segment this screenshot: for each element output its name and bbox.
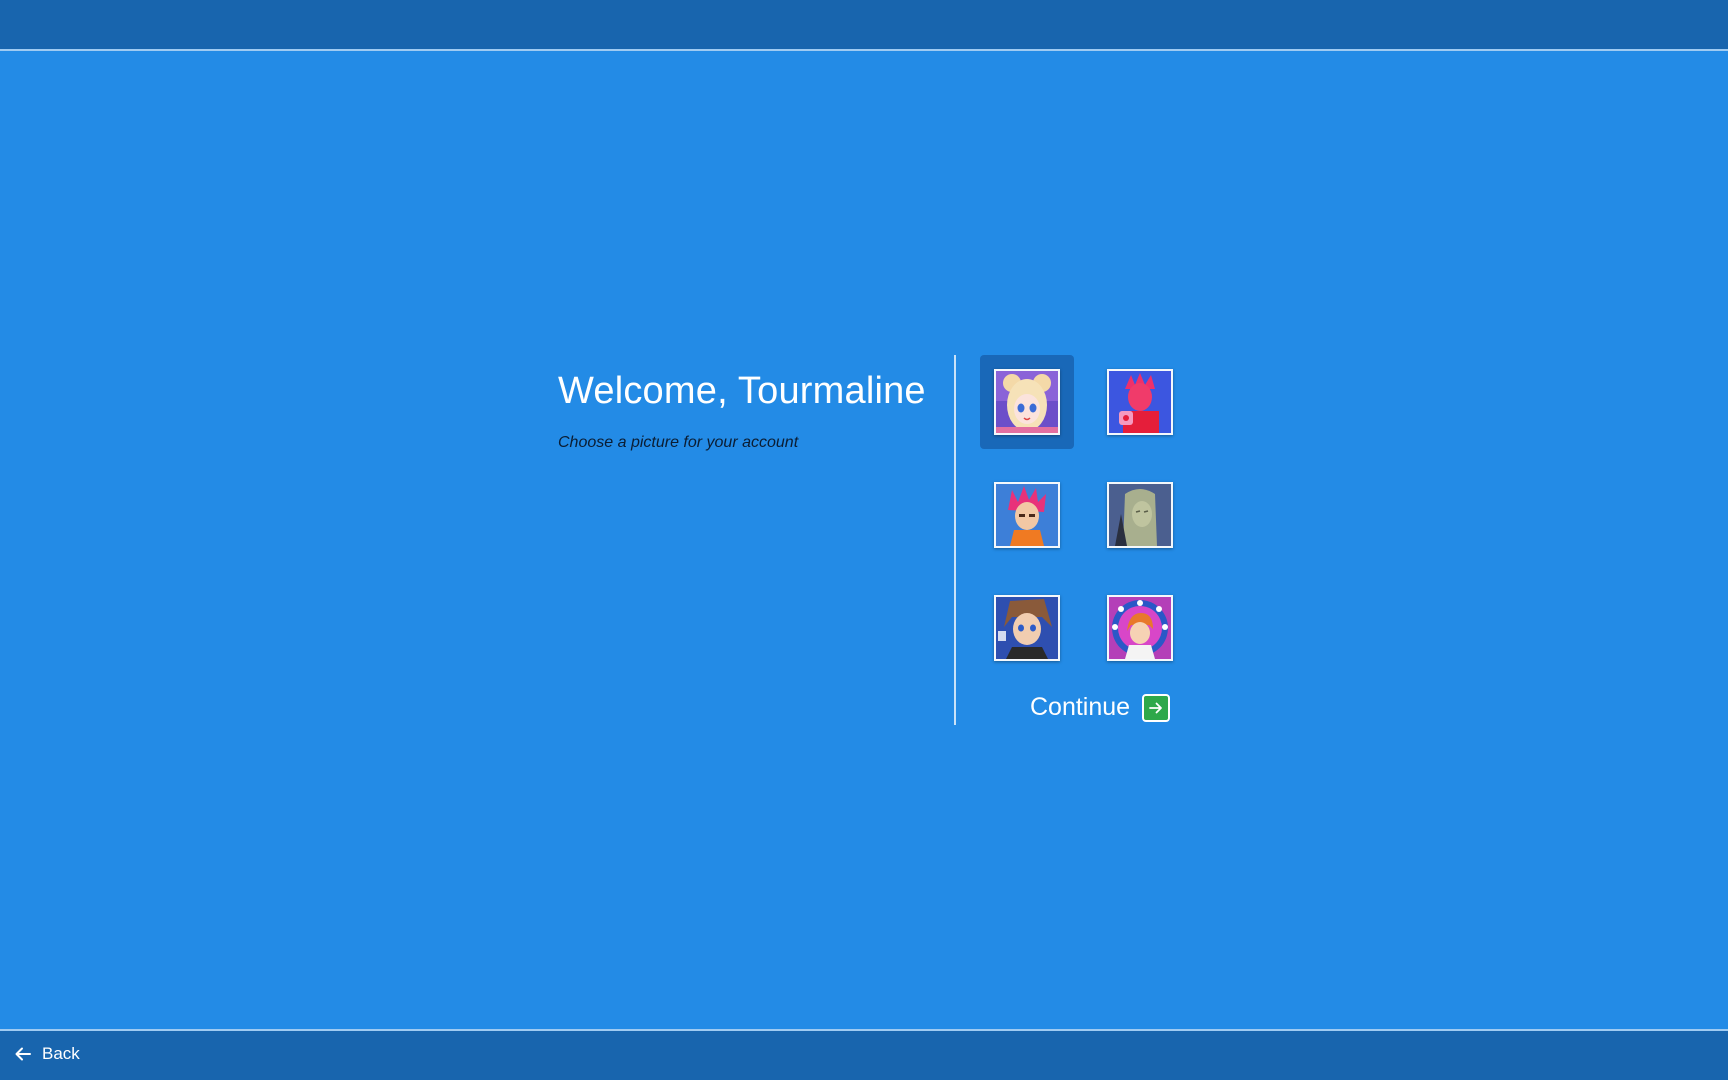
avatar-silver-haired-man-icon: [1107, 482, 1173, 548]
arrow-right-icon: [1142, 693, 1171, 722]
vertical-divider: [954, 355, 956, 725]
avatar-option-3[interactable]: [980, 468, 1074, 562]
avatar-brown-haired-boy-icon: [994, 595, 1060, 661]
continue-label: Continue: [1030, 693, 1131, 721]
arrow-left-icon: [14, 1045, 32, 1063]
back-button[interactable]: Back: [14, 1044, 80, 1064]
avatar-option-5[interactable]: [980, 581, 1074, 675]
avatar-pink-haired-girl-icon: [994, 369, 1060, 435]
page-title: Welcome, Tourmaline: [558, 370, 926, 412]
avatar-red-haired-boy-icon: [1107, 369, 1173, 435]
avatar-option-6[interactable]: [1093, 581, 1187, 675]
avatar-spiky-pink-hair-boy-icon: [994, 482, 1060, 548]
avatar-option-4[interactable]: [1093, 468, 1187, 562]
avatar-option-2[interactable]: [1093, 355, 1187, 449]
back-label: Back: [42, 1044, 80, 1063]
avatar-option-1[interactable]: [980, 355, 1074, 449]
continue-button[interactable]: Continue: [1030, 693, 1171, 722]
bottom-bar: Back: [0, 1029, 1728, 1080]
avatar-orange-haired-girl-stars-icon: [1107, 595, 1173, 661]
top-bar: [0, 0, 1728, 51]
page-subtitle: Choose a picture for your account: [558, 434, 799, 451]
